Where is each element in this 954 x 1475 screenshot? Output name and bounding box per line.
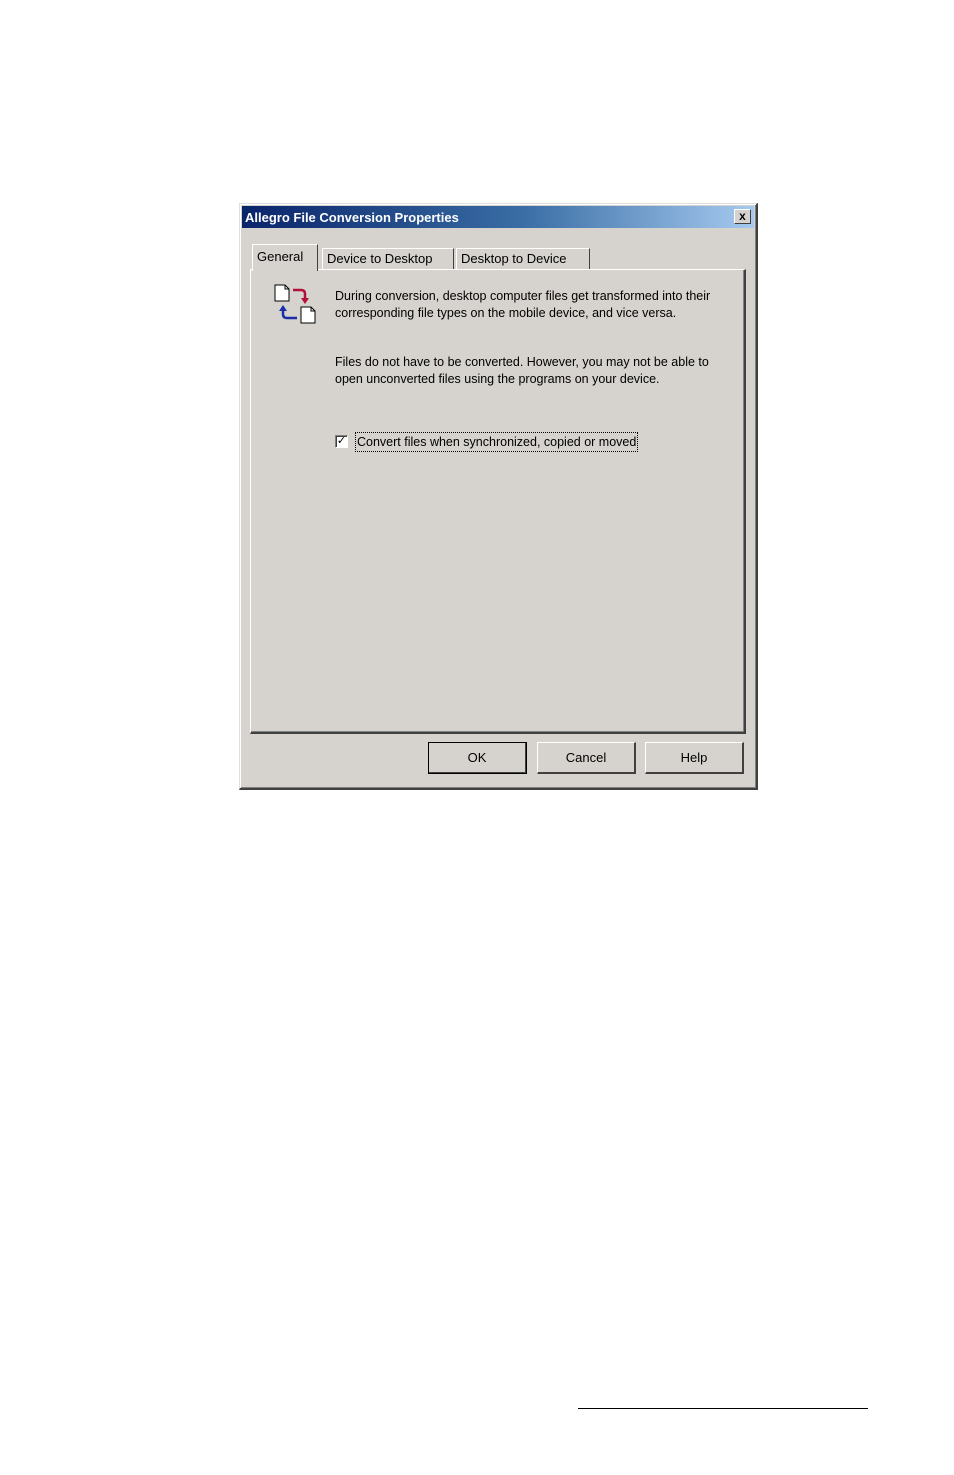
checkmark-icon: ✓ [336, 435, 347, 447]
tab-general[interactable]: General [252, 244, 318, 271]
footer-rule [578, 1408, 868, 1409]
help-button[interactable]: Help [645, 742, 744, 774]
title-bar[interactable]: Allegro File Conversion Properties x [242, 206, 754, 228]
properties-dialog: Allegro File Conversion Properties x Dev… [239, 203, 758, 790]
tab-device-to-desktop[interactable]: Device to Desktop [322, 248, 454, 270]
file-conversion-icon [274, 284, 316, 324]
tab-desktop-to-device[interactable]: Desktop to Device [456, 248, 590, 270]
conversion-description: During conversion, desktop computer file… [335, 289, 711, 320]
ok-button[interactable]: OK [428, 742, 527, 774]
conversion-note: Files do not have to be converted. Howev… [335, 355, 709, 386]
close-button[interactable]: x [734, 209, 751, 224]
close-icon: x [739, 209, 746, 223]
convert-files-checkbox[interactable]: ✓ [335, 435, 348, 448]
general-tab-panel: During conversion, desktop computer file… [250, 269, 746, 734]
window-title: Allegro File Conversion Properties [245, 210, 459, 225]
convert-files-label[interactable]: Convert files when synchronized, copied … [355, 432, 639, 452]
cancel-button[interactable]: Cancel [537, 742, 636, 774]
